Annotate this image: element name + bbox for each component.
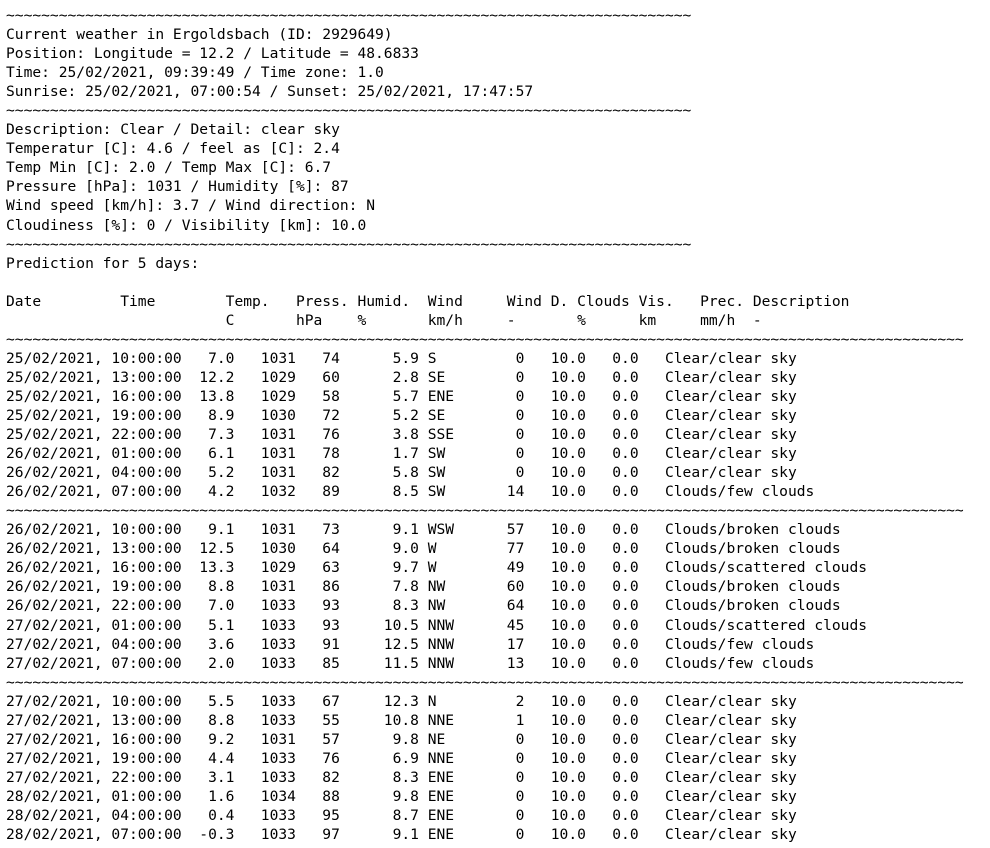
table-row: 25/02/2021, 16:00:00 13.8 1029 58 5.7 EN… xyxy=(6,387,797,405)
forecast-table-header: Date Time Temp. Press. Humid. Wind Wind … xyxy=(6,292,850,310)
current-temperature-line: Temperatur [C]: 4.6 / feel as [C]: 2.4 xyxy=(6,140,340,158)
table-row: 27/02/2021, 22:00:00 3.1 1033 82 8.3 ENE… xyxy=(6,768,797,786)
table-row: 28/02/2021, 07:00:00 -0.3 1033 97 9.1 EN… xyxy=(6,826,797,844)
current-sun-line: Sunrise: 25/02/2021, 07:00:54 / Sunset: … xyxy=(6,83,534,101)
table-row: 25/02/2021, 22:00:00 7.3 1031 76 3.8 SSE… xyxy=(6,426,797,444)
table-row: 26/02/2021, 04:00:00 5.2 1031 82 5.8 SW … xyxy=(6,464,797,482)
current-wind-line: Wind speed [km/h]: 3.7 / Wind direction:… xyxy=(6,197,376,215)
table-row: 26/02/2021, 22:00:00 7.0 1033 93 8.3 NW … xyxy=(6,597,841,615)
table-row: 27/02/2021, 04:00:00 3.6 1033 91 12.5 NN… xyxy=(6,635,815,653)
current-pressure-humidity-line: Pressure [hPa]: 1031 / Humidity [%]: 87 xyxy=(6,178,349,196)
current-temp-minmax-line: Temp Min [C]: 2.0 / Temp Max [C]: 6.7 xyxy=(6,159,332,177)
separator-block-2: ~~~~~~~~~~~~~~~~~~~~~~~~~~~~~~~~~~~~~~~~… xyxy=(6,673,964,691)
table-row: 28/02/2021, 04:00:00 0.4 1033 95 8.7 ENE… xyxy=(6,806,797,824)
forecast-table-units: C hPa % km/h - % km mm/h - xyxy=(6,311,762,329)
table-row: 27/02/2021, 16:00:00 9.2 1031 57 9.8 NE … xyxy=(6,730,797,748)
table-row: 27/02/2021, 13:00:00 8.8 1033 55 10.8 NN… xyxy=(6,711,797,729)
current-weather-title: Current weather in Ergoldsbach (ID: 2929… xyxy=(6,26,393,44)
table-row: 26/02/2021, 19:00:00 8.8 1031 86 7.8 NW … xyxy=(6,578,841,596)
weather-report: ~~~~~~~~~~~~~~~~~~~~~~~~~~~~~~~~~~~~~~~~… xyxy=(0,0,990,844)
table-row: 27/02/2021, 19:00:00 4.4 1033 76 6.9 NNE… xyxy=(6,749,797,767)
table-row: 25/02/2021, 19:00:00 8.9 1030 72 5.2 SE … xyxy=(6,406,797,424)
table-row: 26/02/2021, 07:00:00 4.2 1032 89 8.5 SW … xyxy=(6,483,815,501)
table-row: 27/02/2021, 01:00:00 5.1 1033 93 10.5 NN… xyxy=(6,616,868,634)
table-row: 26/02/2021, 16:00:00 13.3 1029 63 9.7 W … xyxy=(6,559,868,577)
table-row: 25/02/2021, 10:00:00 7.0 1031 74 5.9 S 0… xyxy=(6,349,797,367)
table-row: 25/02/2021, 13:00:00 12.2 1029 60 2.8 SE… xyxy=(6,368,797,386)
separator-block-1: ~~~~~~~~~~~~~~~~~~~~~~~~~~~~~~~~~~~~~~~~… xyxy=(6,502,964,520)
forecast-heading: Prediction for 5 days: xyxy=(6,254,200,272)
separator-after-current: ~~~~~~~~~~~~~~~~~~~~~~~~~~~~~~~~~~~~~~~~… xyxy=(6,235,692,253)
table-row: 27/02/2021, 07:00:00 2.0 1033 85 11.5 NN… xyxy=(6,654,815,672)
current-clouds-visibility-line: Cloudiness [%]: 0 / Visibility [km]: 10.… xyxy=(6,216,367,234)
current-position-line: Position: Longitude = 12.2 / Latitude = … xyxy=(6,45,419,63)
table-row: 26/02/2021, 10:00:00 9.1 1031 73 9.1 WSW… xyxy=(6,521,841,539)
current-time-line: Time: 25/02/2021, 09:39:49 / Time zone: … xyxy=(6,64,384,82)
table-row: 27/02/2021, 10:00:00 5.5 1033 67 12.3 N … xyxy=(6,692,797,710)
separator-table-header: ~~~~~~~~~~~~~~~~~~~~~~~~~~~~~~~~~~~~~~~~… xyxy=(6,330,964,348)
current-description-line: Description: Clear / Detail: clear sky xyxy=(6,121,340,139)
separator-top: ~~~~~~~~~~~~~~~~~~~~~~~~~~~~~~~~~~~~~~~~… xyxy=(6,7,692,24)
table-row: 26/02/2021, 01:00:00 6.1 1031 78 1.7 SW … xyxy=(6,445,797,463)
separator-after-location: ~~~~~~~~~~~~~~~~~~~~~~~~~~~~~~~~~~~~~~~~… xyxy=(6,102,692,120)
table-row: 26/02/2021, 13:00:00 12.5 1030 64 9.0 W … xyxy=(6,540,841,558)
table-row: 28/02/2021, 01:00:00 1.6 1034 88 9.8 ENE… xyxy=(6,787,797,805)
